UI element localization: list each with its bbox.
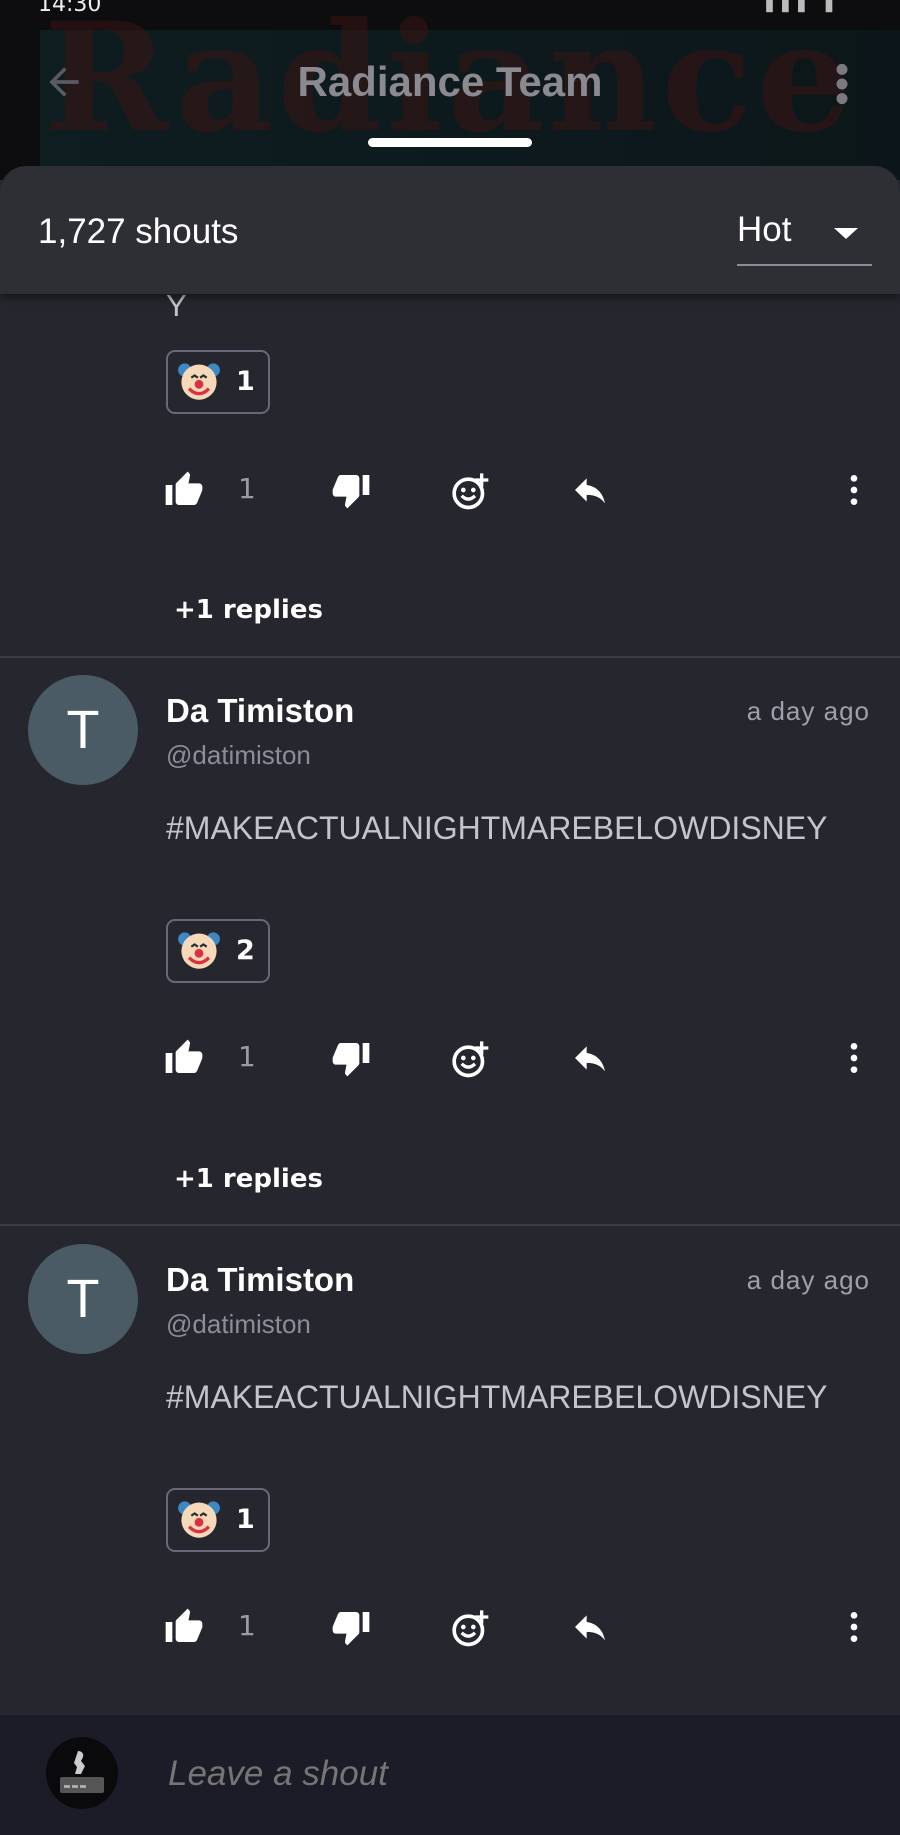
avatar[interactable]: T	[28, 1244, 138, 1354]
post-text: #MAKEACTUALNIGHTMAREBELOWDISNEY	[166, 810, 828, 846]
shout-count: 1,727 shouts	[38, 212, 239, 251]
shouts-feed: Y 1 1 +1 replies T Da Timiston @datimist…	[0, 166, 900, 1716]
reaction-count: 2	[236, 935, 255, 966]
sort-selected-value: Hot	[737, 210, 792, 249]
shouts-header: 1,727 shouts Hot	[0, 166, 900, 294]
more-vert-icon[interactable]	[834, 470, 874, 510]
reply-icon[interactable]	[570, 470, 610, 510]
reaction-chip[interactable]: 2	[166, 919, 270, 983]
user-avatar-image	[60, 1751, 104, 1793]
clown-face-icon	[178, 932, 220, 969]
like-count: 1	[238, 1609, 256, 1642]
shouts-sheet: 1,727 shouts Hot Y 1 1 +1 replies T Da T…	[0, 166, 900, 1835]
app-header-background: Radiance 14:30 ▮▮▮ ▮ Radiance Team	[0, 0, 900, 180]
page-title: Radiance Team	[297, 58, 603, 105]
post-actions: 1	[0, 1030, 900, 1090]
thumb-down-icon[interactable]	[331, 1038, 371, 1078]
status-icons: ▮▮▮ ▮	[764, 0, 840, 15]
add-reaction-icon[interactable]	[450, 1607, 490, 1647]
reaction-count: 1	[236, 1504, 255, 1535]
post-handle: @datimiston	[166, 1309, 311, 1339]
sheet-drag-handle[interactable]	[368, 138, 532, 147]
post-divider	[0, 656, 900, 658]
reaction-count: 1	[236, 366, 255, 397]
thumb-down-icon[interactable]	[331, 1607, 371, 1647]
more-vert-icon[interactable]	[834, 62, 850, 106]
reply-icon[interactable]	[570, 1038, 610, 1078]
post-divider	[0, 1224, 900, 1226]
post-author[interactable]: Da Timiston	[166, 1261, 354, 1299]
user-avatar[interactable]	[46, 1737, 118, 1809]
add-reaction-icon[interactable]	[450, 1038, 490, 1078]
post-actions: 1	[0, 462, 900, 522]
view-replies-link[interactable]: +1 replies	[174, 1164, 323, 1194]
thumb-up-icon[interactable]	[164, 470, 204, 510]
shout-composer	[0, 1715, 900, 1835]
sort-dropdown[interactable]: Hot	[737, 206, 872, 266]
reaction-chip[interactable]: 1	[166, 1488, 270, 1552]
clown-face-icon	[178, 363, 220, 400]
thumb-down-icon[interactable]	[331, 470, 371, 510]
post-author[interactable]: Da Timiston	[166, 692, 354, 730]
reaction-chip[interactable]: 1	[166, 350, 270, 414]
avatar[interactable]: T	[28, 675, 138, 785]
status-time: 14:30	[38, 0, 102, 17]
reply-icon[interactable]	[570, 1607, 610, 1647]
post-text: #MAKEACTUALNIGHTMAREBELOWDISNEY	[166, 1379, 828, 1415]
thumb-up-icon[interactable]	[164, 1038, 204, 1078]
view-replies-link[interactable]: +1 replies	[174, 595, 323, 625]
post-actions: 1	[0, 1599, 900, 1659]
post-time: a day ago	[746, 1265, 870, 1295]
thumb-up-icon[interactable]	[164, 1607, 204, 1647]
like-count: 1	[238, 472, 256, 505]
clown-face-icon	[178, 1501, 220, 1538]
more-vert-icon[interactable]	[834, 1607, 874, 1647]
post-time: a day ago	[746, 696, 870, 726]
like-count: 1	[238, 1040, 256, 1073]
caret-down-icon	[834, 228, 858, 239]
shout-input[interactable]	[166, 1745, 860, 1803]
more-vert-icon[interactable]	[834, 1038, 874, 1078]
post-handle: @datimiston	[166, 740, 311, 770]
add-reaction-icon[interactable]	[450, 470, 490, 510]
